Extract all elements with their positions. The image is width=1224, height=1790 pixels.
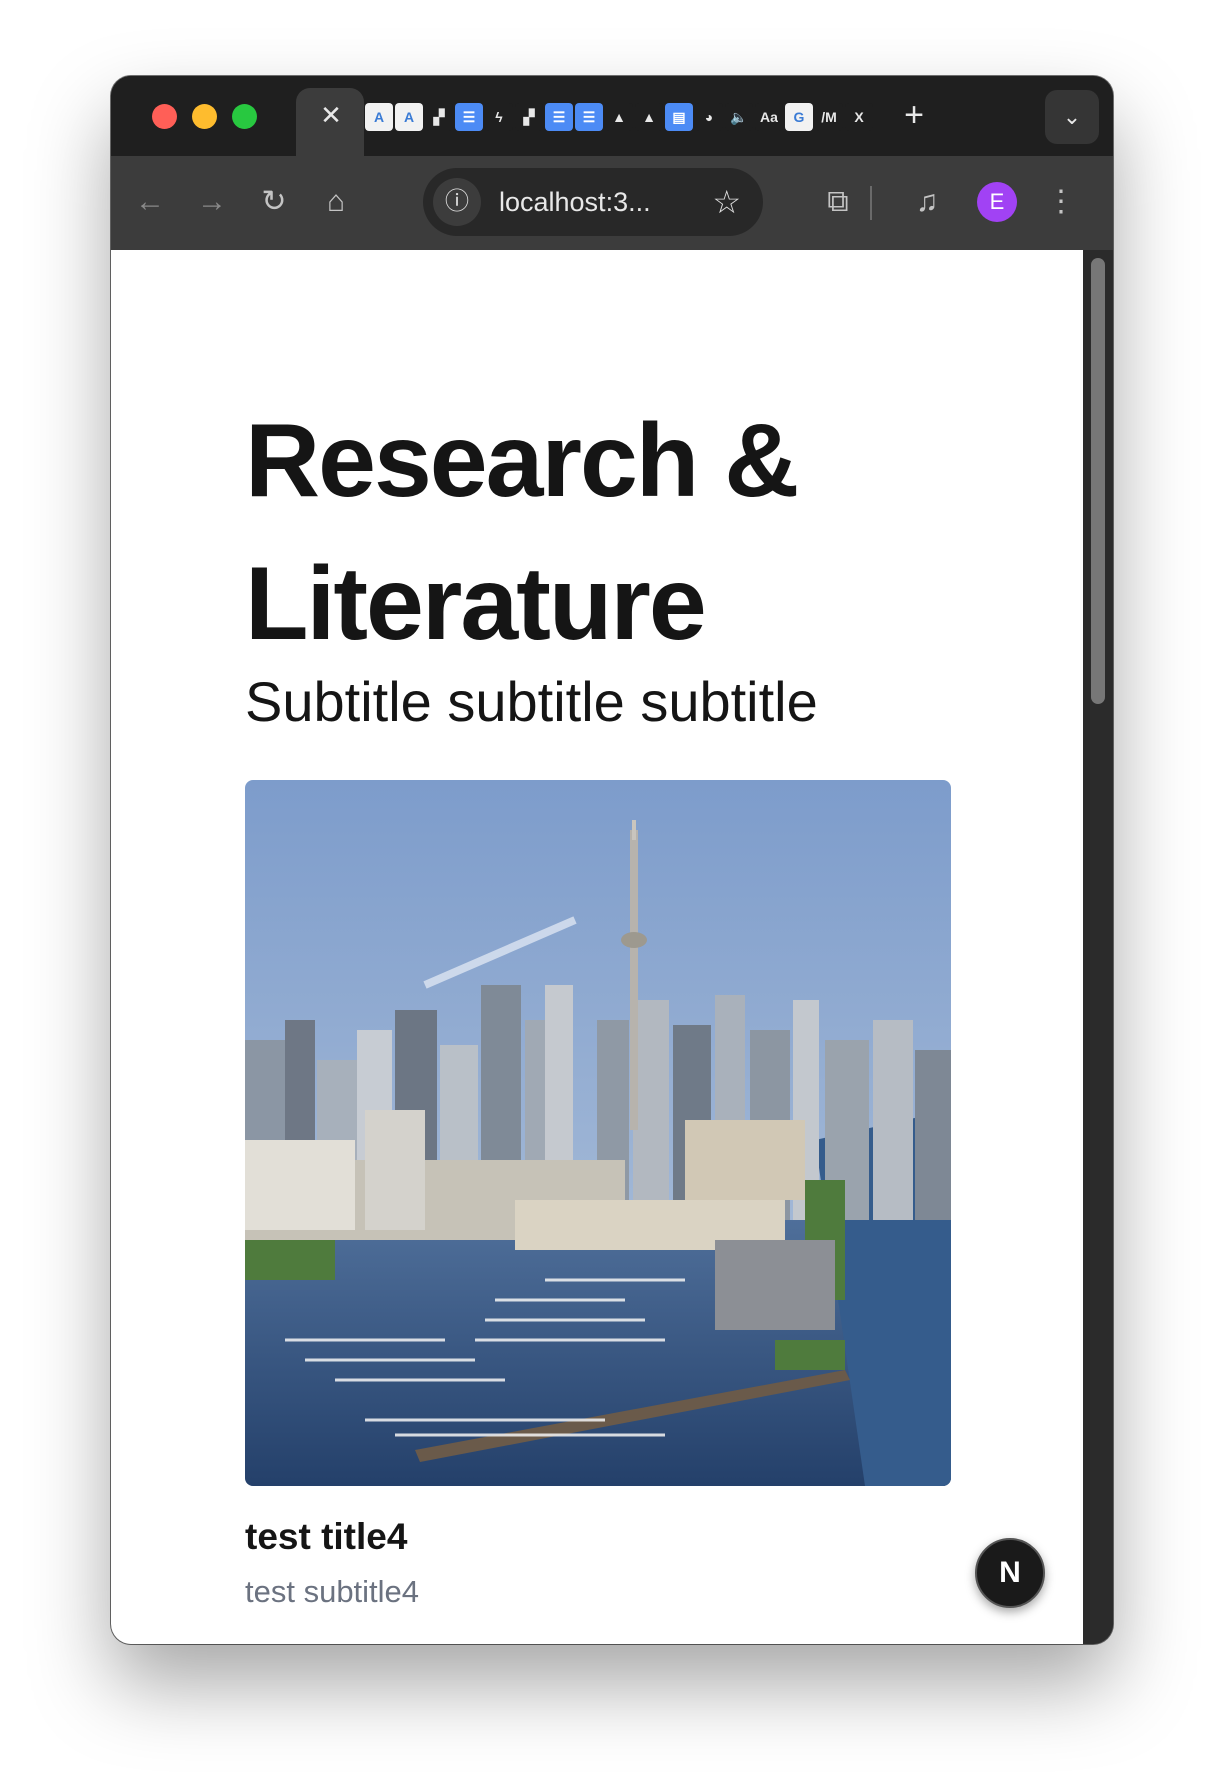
docs-favicon-3-icon[interactable]: ☰ [575,103,603,131]
window-maximize-button[interactable] [232,104,257,129]
google-favicon-icon[interactable]: G [785,103,813,131]
excel-favicon-icon[interactable]: X [845,103,873,131]
window-minimize-button[interactable] [192,104,217,129]
address-bar[interactable]: ⓘ localhost:3... ☆ [423,168,763,236]
bookmark-star-icon[interactable]: ☆ [712,180,741,224]
tab-strip: ✕ A A ▞ ☰ ϟ ▞ ☰ ☰ ▲ ▲ ▤ ◕ 🔈 Aa G/M X + ⌄ [111,76,1113,158]
city-skyline-photo[interactable] [245,780,951,1486]
new-tab-button[interactable]: + [895,96,933,134]
page-title: Research & Literature [245,403,799,662]
page-subtitle: Subtitle subtitle subtitle [245,670,818,733]
media-control-icon[interactable]: ♫ [905,180,949,224]
bolt-favicon-icon[interactable]: ϟ [485,103,513,131]
card-subtitle: test subtitle4 [245,1574,420,1609]
medium-favicon-icon[interactable]: /M [815,103,843,131]
tab-search-button[interactable]: ⌄ [1045,90,1099,144]
toolbar-divider [870,186,872,220]
browser-toolbar: ← → ↻ ⌂ ⓘ localhost:3... ☆ ⧉ ♫ E ⋮ [111,156,1113,250]
profile-avatar[interactable]: E [977,182,1017,222]
forward-button[interactable]: → [190,180,234,224]
duck-favicon-icon[interactable]: ◕ [695,103,723,131]
browser-window: ✕ A A ▞ ☰ ϟ ▞ ☰ ☰ ▲ ▲ ▤ ◕ 🔈 Aa G/M X + ⌄ ← → ↻ ⌂ ⓘ loca… [111,76,1113,1644]
active-tab[interactable]: ✕ [296,88,364,158]
docs-favicon-icon[interactable]: ☰ [455,103,483,131]
reload-button[interactable]: ↻ [252,180,296,224]
extensions-icon[interactable]: ⧉ [816,180,860,224]
calendar-favicon-icon[interactable]: ▤ [665,103,693,131]
vertical-scrollbar[interactable] [1083,250,1113,1644]
scrollbar-thumb[interactable] [1091,258,1105,704]
back-button[interactable]: ← [128,180,172,224]
docs-favicon-2-icon[interactable]: ☰ [545,103,573,131]
arcis-favicon-2-icon[interactable]: A [395,103,423,131]
toronto-skyline-image [245,780,951,1486]
font-favicon-icon[interactable]: Aa [755,103,783,131]
drive-favicon-icon[interactable]: ▲ [605,103,633,131]
home-button[interactable]: ⌂ [314,180,358,224]
linear-favicon-2-icon[interactable]: ▞ [515,103,543,131]
card-title[interactable]: test title4 [245,1516,407,1558]
url-text[interactable]: localhost:3... [499,168,651,236]
arcis-favicon-icon[interactable]: A [365,103,393,131]
linear-favicon-icon[interactable]: ▞ [425,103,453,131]
browser-menu-icon[interactable]: ⋮ [1039,180,1083,224]
window-close-button[interactable] [152,104,177,129]
drive-favicon-2-icon[interactable]: ▲ [635,103,663,131]
nextjs-dev-badge[interactable]: N [975,1538,1045,1608]
pinned-tabs: A A ▞ ☰ ϟ ▞ ☰ ☰ ▲ ▲ ▤ ◕ 🔈 Aa G/M X [365,100,873,134]
page-content: Research & Literature Subtitle subtitle … [111,250,1083,1644]
audio-playing-icon[interactable]: 🔈 [725,103,753,131]
site-info-icon[interactable]: ⓘ [433,178,481,226]
close-tab-icon[interactable]: ✕ [318,102,344,128]
